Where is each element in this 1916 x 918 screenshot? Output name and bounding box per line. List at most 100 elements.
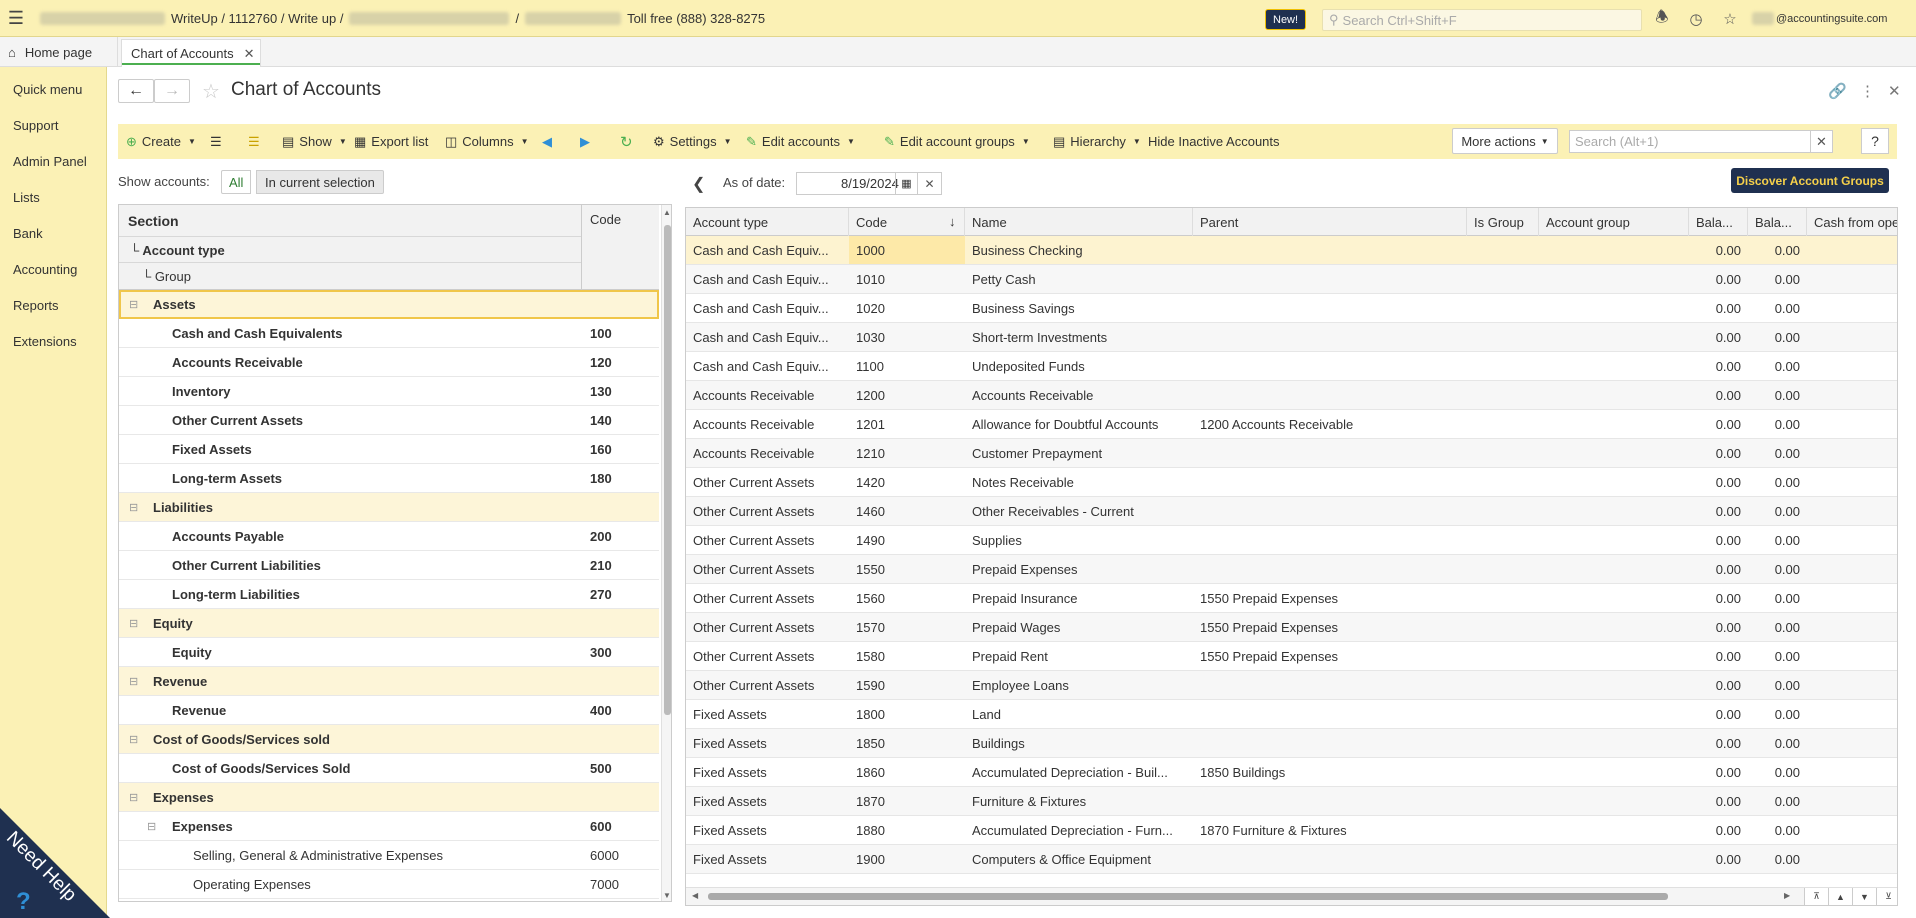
sidebar-item-admin-panel[interactable]: Admin Panel: [0, 143, 106, 179]
tree-row[interactable]: Selling, General & Administrative Expens…: [119, 841, 659, 870]
user-account[interactable]: @accountingsuite.com: [1752, 12, 1887, 25]
table-row[interactable]: Fixed Assets 1800 Land 0.00 0.00: [686, 700, 1897, 729]
table-row[interactable]: Other Current Assets 1580 Prepaid Rent 1550…: [686, 642, 1897, 671]
tree-row[interactable]: Fixed Assets 160: [119, 435, 659, 464]
list-indent-button[interactable]: ☰: [210, 124, 222, 159]
scroll-right-icon[interactable]: ▶: [1784, 891, 1790, 900]
last-page-icon[interactable]: ⊻: [1876, 888, 1897, 905]
table-row[interactable]: Accounts Receivable 1200 Accounts Receivab…: [686, 381, 1897, 410]
sidebar-item-reports[interactable]: Reports: [0, 287, 106, 323]
collapse-left-icon[interactable]: ❮: [692, 174, 705, 194]
tree-row[interactable]: Equity 300: [119, 638, 659, 667]
scroll-up-icon[interactable]: ▲: [663, 208, 671, 217]
hide-inactive-accounts-button[interactable]: Hide Inactive Accounts: [1148, 124, 1280, 159]
create-button[interactable]: ⊕ Create ▼: [126, 124, 196, 159]
tree-row[interactable]: ⊟ Assets: [119, 290, 659, 319]
collapse-toggle-icon[interactable]: ⊟: [129, 298, 138, 311]
column-header[interactable]: Bala...: [1748, 208, 1807, 236]
page-down-icon[interactable]: ▼: [1852, 888, 1876, 905]
tree-row[interactable]: Cash and Cash Equivalents 100: [119, 319, 659, 348]
favorite-star-icon[interactable]: ☆: [202, 79, 220, 104]
table-row[interactable]: Other Current Assets 1420 Notes Receivable…: [686, 468, 1897, 497]
more-vertical-icon[interactable]: ⋮: [1860, 82, 1875, 100]
calendar-icon[interactable]: ▦: [895, 173, 917, 194]
table-row[interactable]: Cash and Cash Equiv... 1000 Business Check…: [686, 236, 1897, 265]
header-code[interactable]: Code: [590, 212, 621, 227]
table-row[interactable]: Cash and Cash Equiv... 1010 Petty Cash 0.00…: [686, 265, 1897, 294]
hierarchy-button[interactable]: ▤ Hierarchy ▼: [1053, 124, 1141, 159]
tree-row[interactable]: Long-term Assets 180: [119, 464, 659, 493]
table-row[interactable]: Other Current Assets 1590 Employee Loans 0.…: [686, 671, 1897, 700]
refresh-button[interactable]: ↻: [620, 124, 633, 159]
sidebar-item-lists[interactable]: Lists: [0, 179, 106, 215]
table-row[interactable]: Cash and Cash Equiv... 1030 Short-term Inv…: [686, 323, 1897, 352]
tree-row[interactable]: ⊟ Expenses: [119, 783, 659, 812]
global-search-input[interactable]: ⚲ Search Ctrl+Shift+F: [1322, 9, 1642, 31]
table-row[interactable]: Other Current Assets 1460 Other Receivable…: [686, 497, 1897, 526]
collapse-toggle-icon[interactable]: ⊟: [129, 617, 138, 630]
tree-row[interactable]: Long-term Liabilities 270: [119, 580, 659, 609]
table-row[interactable]: Other Current Assets 1570 Prepaid Wages 155…: [686, 613, 1897, 642]
column-header[interactable]: Account type: [686, 208, 849, 236]
table-row[interactable]: Fixed Assets 1880 Accumulated Depreciation…: [686, 816, 1897, 845]
discover-account-groups-button[interactable]: Discover Account Groups: [1731, 168, 1889, 193]
table-row[interactable]: Fixed Assets 1900 Computers & Office Equip…: [686, 845, 1897, 874]
column-header[interactable]: Parent: [1193, 208, 1467, 236]
horizontal-scrollbar[interactable]: ◀ ▶ ⊼ ▲ ▼ ⊻: [686, 887, 1897, 905]
tree-row[interactable]: ⊟ Cost of Goods/Services sold: [119, 725, 659, 754]
settings-button[interactable]: ⚙ Settings ▼: [653, 124, 732, 159]
tree-row[interactable]: ⊟ Expenses 600: [119, 812, 659, 841]
page-up-icon[interactable]: ▲: [1828, 888, 1852, 905]
history-icon[interactable]: ◷: [1686, 9, 1706, 29]
collapse-toggle-icon[interactable]: ⊟: [129, 501, 138, 514]
column-header[interactable]: Name: [965, 208, 1193, 236]
move-right-button[interactable]: ▶: [580, 124, 590, 159]
scrollbar-thumb[interactable]: [664, 225, 671, 715]
show-all-toggle[interactable]: All: [221, 170, 252, 194]
table-row[interactable]: Cash and Cash Equiv... 1020 Business Savin…: [686, 294, 1897, 323]
column-header[interactable]: Cash from ope: [1807, 208, 1897, 236]
first-page-icon[interactable]: ⊼: [1804, 888, 1828, 905]
tree-row[interactable]: Accounts Payable 200: [119, 522, 659, 551]
scrollbar-thumb[interactable]: [708, 893, 1668, 900]
scroll-left-icon[interactable]: ◀: [692, 891, 698, 900]
table-row[interactable]: Other Current Assets 1550 Prepaid Expenses…: [686, 555, 1897, 584]
tree-row[interactable]: ⊟ Liabilities: [119, 493, 659, 522]
clear-search-icon[interactable]: ✕: [1810, 131, 1832, 152]
sidebar-item-bank[interactable]: Bank: [0, 215, 106, 251]
column-header[interactable]: Code: [849, 208, 965, 236]
list-search-input[interactable]: Search (Alt+1) ✕: [1569, 130, 1833, 153]
columns-button[interactable]: ◫ Columns ▼: [445, 124, 529, 159]
list-outdent-button[interactable]: ☰: [248, 124, 260, 159]
tree-row[interactable]: ⊟ Equity: [119, 609, 659, 638]
table-row[interactable]: Fixed Assets 1850 Buildings 0.00 0.00: [686, 729, 1897, 758]
tree-row[interactable]: Revenue 400: [119, 696, 659, 725]
table-row[interactable]: Accounts Receivable 1201 Allowance for Dou…: [686, 410, 1897, 439]
column-header[interactable]: Is Group: [1467, 208, 1539, 236]
edit-account-groups-button[interactable]: ✎ Edit account groups ▼: [884, 124, 1030, 159]
sidebar-item-accounting[interactable]: Accounting: [0, 251, 106, 287]
tab-home-page[interactable]: ⌂ Home page: [0, 37, 118, 67]
forward-button[interactable]: →: [154, 79, 190, 103]
table-row[interactable]: Fixed Assets 1870 Furniture & Fixtures 0.00…: [686, 787, 1897, 816]
collapse-toggle-icon[interactable]: ⊟: [147, 820, 156, 833]
table-row[interactable]: Accounts Receivable 1210 Customer Prepayme…: [686, 439, 1897, 468]
clear-date-icon[interactable]: ✕: [917, 173, 941, 194]
show-in-current-selection-toggle[interactable]: In current selection: [256, 170, 384, 194]
table-row[interactable]: Fixed Assets 1860 Accumulated Depreciation…: [686, 758, 1897, 787]
sidebar-item-quick-menu[interactable]: Quick menu: [0, 71, 106, 107]
move-left-button[interactable]: ◀: [542, 124, 552, 159]
link-icon[interactable]: 🔗: [1828, 82, 1847, 100]
sort-descending-icon[interactable]: ↓: [949, 214, 956, 229]
tree-row[interactable]: Inventory 130: [119, 377, 659, 406]
table-row[interactable]: Other Current Assets 1490 Supplies 0.00 0.00: [686, 526, 1897, 555]
bell-icon[interactable]: 🕭: [1652, 9, 1672, 29]
export-list-button[interactable]: ▦ Export list: [354, 124, 428, 159]
table-row[interactable]: Other Current Assets 1560 Prepaid Insuranc…: [686, 584, 1897, 613]
star-icon[interactable]: ☆: [1720, 9, 1740, 29]
scroll-down-icon[interactable]: ▼: [663, 891, 671, 900]
as-of-date-input[interactable]: 8/19/2024 ▦ ✕: [796, 172, 942, 195]
edit-accounts-button[interactable]: ✎ Edit accounts ▼: [746, 124, 855, 159]
breadcrumb-app[interactable]: WriteUp / 1112760 / Write up /: [171, 11, 343, 26]
tree-row[interactable]: Other Current Liabilities 210: [119, 551, 659, 580]
